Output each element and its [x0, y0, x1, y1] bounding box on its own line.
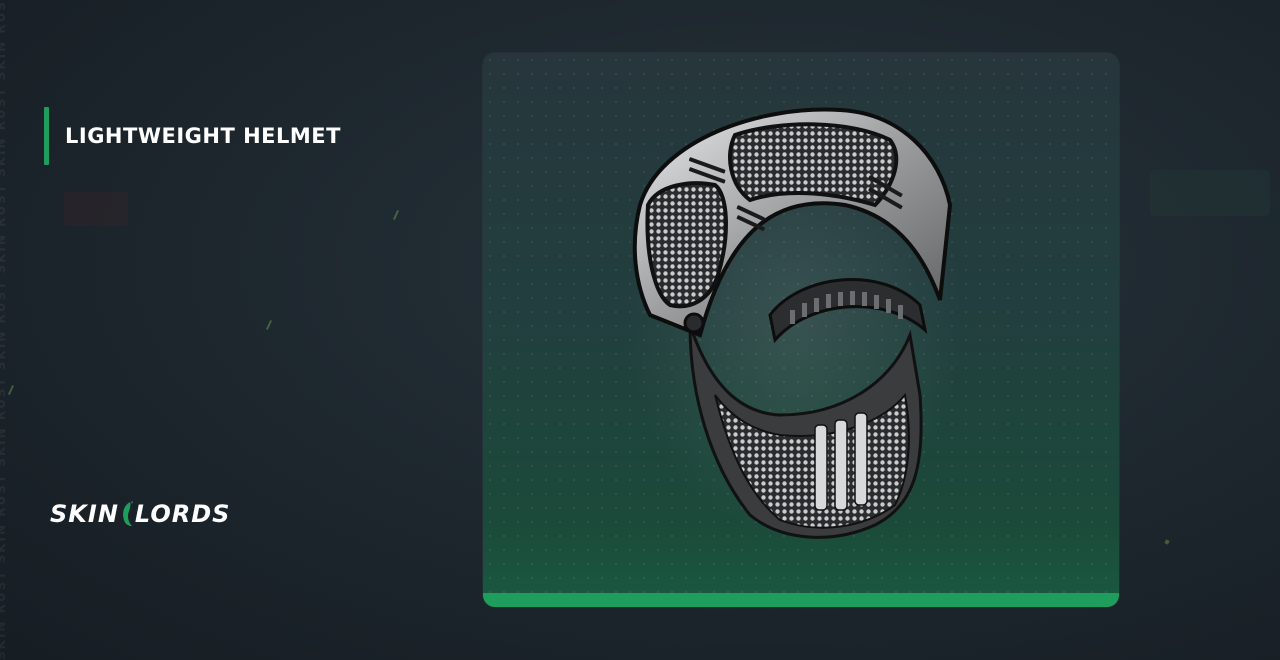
- skinlords-logo: SKIN LORDS: [50, 500, 230, 528]
- logo-mark-icon: [122, 501, 133, 526]
- logo-text-left: SKIN: [50, 500, 119, 528]
- item-title: LIGHTWEIGHT HELMET: [65, 124, 341, 148]
- faded-badge: [64, 192, 128, 226]
- logo-text-right: LORDS: [134, 500, 231, 528]
- card-accent-bar: [483, 593, 1119, 607]
- background-speck: [1164, 539, 1170, 545]
- lightweight-helmet-icon: [625, 100, 965, 540]
- background-watermark: SKIN RUST SKIN RUST SKIN RUST SKIN RUST …: [0, 0, 8, 660]
- item-title-block: LIGHTWEIGHT HELMET: [44, 107, 341, 165]
- background-ghost-panel: [1150, 170, 1270, 216]
- title-accent-bar: [44, 107, 49, 165]
- background-speck: [265, 320, 273, 330]
- background-speck: [392, 210, 400, 220]
